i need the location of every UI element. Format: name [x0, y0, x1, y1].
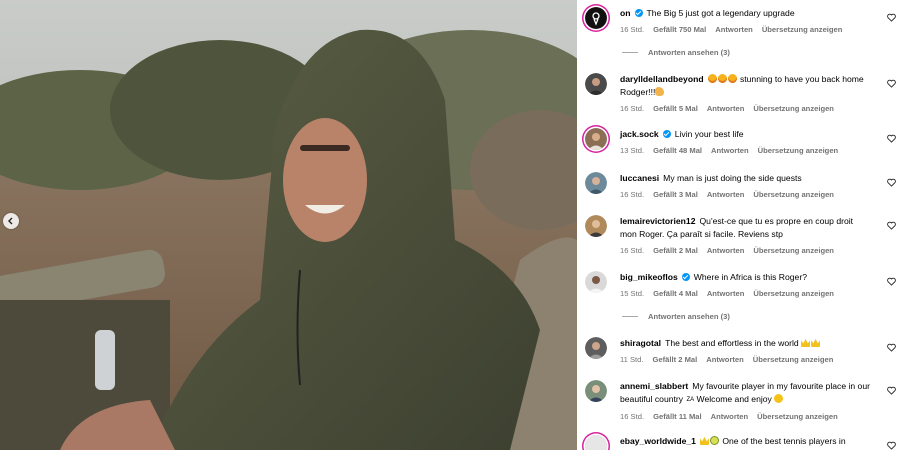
reply-button[interactable]: Antworten [707, 104, 745, 113]
comment-time: 16 Std. [620, 246, 645, 255]
translate-button[interactable]: Übersetzung anzeigen [753, 289, 834, 298]
comment-likes[interactable]: Gefällt 2 Mal [653, 355, 698, 364]
comment-time: 16 Std. [620, 104, 645, 113]
comment-username[interactable]: big_mikeoflos [620, 272, 678, 282]
translate-button[interactable]: Übersetzung anzeigen [762, 25, 843, 34]
like-heart-icon[interactable] [887, 134, 896, 143]
crown-emoji-icon [699, 436, 709, 445]
crown-emoji-icon [811, 338, 821, 347]
comment-time: 15 Std. [620, 289, 645, 298]
chevron-left-icon [8, 217, 13, 225]
comment-time: 13 Std. [620, 146, 645, 155]
view-replies-button[interactable]: Antworten ansehen (3) [622, 48, 730, 57]
comment-time: 11 Std. [620, 355, 644, 364]
comment-likes[interactable]: Gefällt 4 Mal [653, 289, 698, 298]
like-heart-icon[interactable] [887, 386, 896, 395]
comment-text: The Big 5 just got a legendary upgrade [646, 8, 795, 18]
comment-username[interactable]: jack.sock [620, 129, 659, 139]
comment-likes[interactable]: Gefällt 750 Mal [653, 25, 706, 34]
view-replies-button[interactable]: Antworten ansehen (3) [622, 312, 730, 321]
translate-button[interactable]: Übersetzung anzeigen [753, 355, 834, 364]
comment-username[interactable]: luccanesi [620, 173, 659, 183]
comment-text: Livin your best life [674, 129, 744, 139]
flexed-biceps-emoji-icon [655, 87, 665, 96]
avatar[interactable] [585, 172, 607, 194]
like-heart-icon[interactable] [887, 221, 896, 230]
verified-badge-icon [662, 130, 671, 138]
reply-button[interactable]: Antworten [711, 146, 749, 155]
reply-button[interactable]: Antworten [707, 246, 745, 255]
like-heart-icon[interactable] [887, 343, 896, 352]
comment-username[interactable]: lemairevictorien12 [620, 216, 695, 226]
post-photo [0, 0, 577, 450]
smile-emoji-icon [774, 394, 784, 403]
comment-text: One of the best tennis players in [722, 436, 846, 446]
comment-username[interactable]: ebay_worldwide_1 [620, 436, 696, 446]
flag-za: ZA [686, 397, 695, 403]
comment-username[interactable]: shiragotal [620, 338, 661, 348]
translate-button[interactable]: Übersetzung anzeigen [753, 246, 834, 255]
comment-likes[interactable]: Gefällt 3 Mal [653, 190, 698, 199]
heart-eyes-emoji-icon [717, 74, 727, 83]
translate-button[interactable]: Übersetzung anzeigen [753, 104, 834, 113]
like-heart-icon[interactable] [887, 441, 896, 450]
comments-panel[interactable]: on The Big 5 just got a legendary upgrade… [577, 0, 900, 450]
comment-text: My man is just doing the side quests [663, 173, 802, 183]
like-heart-icon[interactable] [887, 13, 896, 22]
reply-button[interactable]: Antworten [711, 412, 749, 421]
reply-button[interactable]: Antworten [707, 289, 745, 298]
reply-button[interactable]: Antworten [715, 25, 753, 34]
comment-likes[interactable]: Gefällt 5 Mal [653, 104, 698, 113]
comment-username[interactable]: on [620, 8, 631, 18]
comment-time: 16 Std. [620, 25, 645, 34]
heart-eyes-emoji-icon [707, 74, 717, 83]
avatar[interactable] [585, 7, 607, 29]
previous-image-button[interactable] [3, 213, 19, 229]
avatar[interactable] [585, 128, 607, 150]
verified-badge-icon [681, 273, 690, 281]
translate-button[interactable]: Übersetzung anzeigen [758, 146, 839, 155]
comment-time: 16 Std. [620, 412, 645, 421]
comment-text-continued: Welcome and enjoy [696, 394, 772, 404]
comment-time: 16 Std. [620, 190, 645, 199]
like-heart-icon[interactable] [887, 178, 896, 187]
reply-button[interactable]: Antworten [707, 190, 745, 199]
comment-text: Where in Africa is this Roger? [693, 272, 807, 282]
comment-text: The best and effortless in the world [665, 338, 799, 348]
avatar[interactable] [585, 215, 607, 237]
like-heart-icon[interactable] [887, 277, 896, 286]
comment-username[interactable]: annemi_slabbert [620, 381, 688, 391]
avatar[interactable] [585, 73, 607, 95]
crown-emoji-icon [801, 338, 811, 347]
avatar[interactable] [585, 337, 607, 359]
reply-button[interactable]: Antworten [706, 355, 744, 364]
comment-likes[interactable]: Gefällt 48 Mal [653, 146, 702, 155]
tennis-racket-emoji-icon [709, 436, 719, 445]
like-heart-icon[interactable] [887, 79, 896, 88]
heart-eyes-emoji-icon [727, 74, 737, 83]
verified-badge-icon [634, 9, 643, 17]
avatar[interactable] [585, 380, 607, 402]
comment-likes[interactable]: Gefällt 2 Mal [653, 246, 698, 255]
translate-button[interactable]: Übersetzung anzeigen [753, 190, 834, 199]
avatar[interactable] [585, 435, 607, 450]
translate-button[interactable]: Übersetzung anzeigen [757, 412, 838, 421]
comment-username[interactable]: darylldellandbeyond [620, 74, 704, 84]
comment-likes[interactable]: Gefällt 11 Mal [653, 412, 702, 421]
post-image [0, 0, 577, 450]
avatar[interactable] [585, 271, 607, 293]
